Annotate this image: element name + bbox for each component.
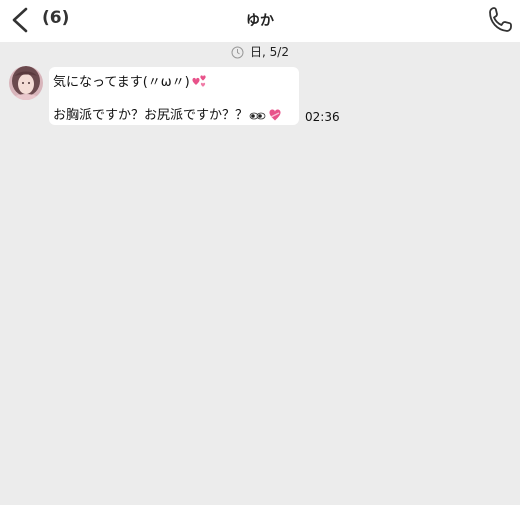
message-line-2: お胸派ですか？お尻派ですか？？ — [53, 104, 283, 123]
message-text-1: 気になってます(〃ω〃) — [53, 75, 190, 90]
chat-title: ゆか — [246, 13, 274, 29]
avatar-image — [9, 66, 43, 100]
phone-icon[interactable] — [486, 4, 514, 34]
message-text-2: お胸派ですか？お尻派ですか？？ — [53, 108, 249, 123]
clock-icon — [231, 46, 244, 59]
chat-header: (6) ゆか — [0, 0, 520, 42]
message-timestamp: 02:36 — [305, 110, 340, 124]
date-label: 日, 5/2 — [250, 45, 289, 59]
eyes-icon — [249, 112, 266, 120]
message-bubble[interactable]: 気になってます(〃ω〃) お胸派ですか？お尻派ですか？？ — [49, 67, 299, 125]
message-line-1: 気になってます(〃ω〃) — [53, 71, 208, 90]
heart-with-ribbon-icon — [269, 109, 281, 121]
date-divider: 日, 5/2 — [0, 43, 520, 59]
two-hearts-icon — [192, 75, 206, 87]
avatar[interactable] — [9, 66, 43, 100]
